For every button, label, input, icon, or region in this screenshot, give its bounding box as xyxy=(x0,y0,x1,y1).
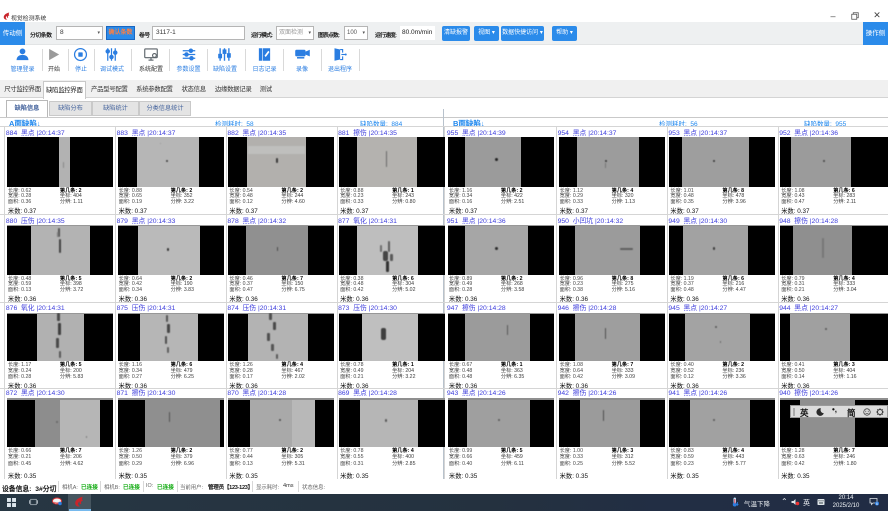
svg-text:6: 6 xyxy=(876,501,878,505)
